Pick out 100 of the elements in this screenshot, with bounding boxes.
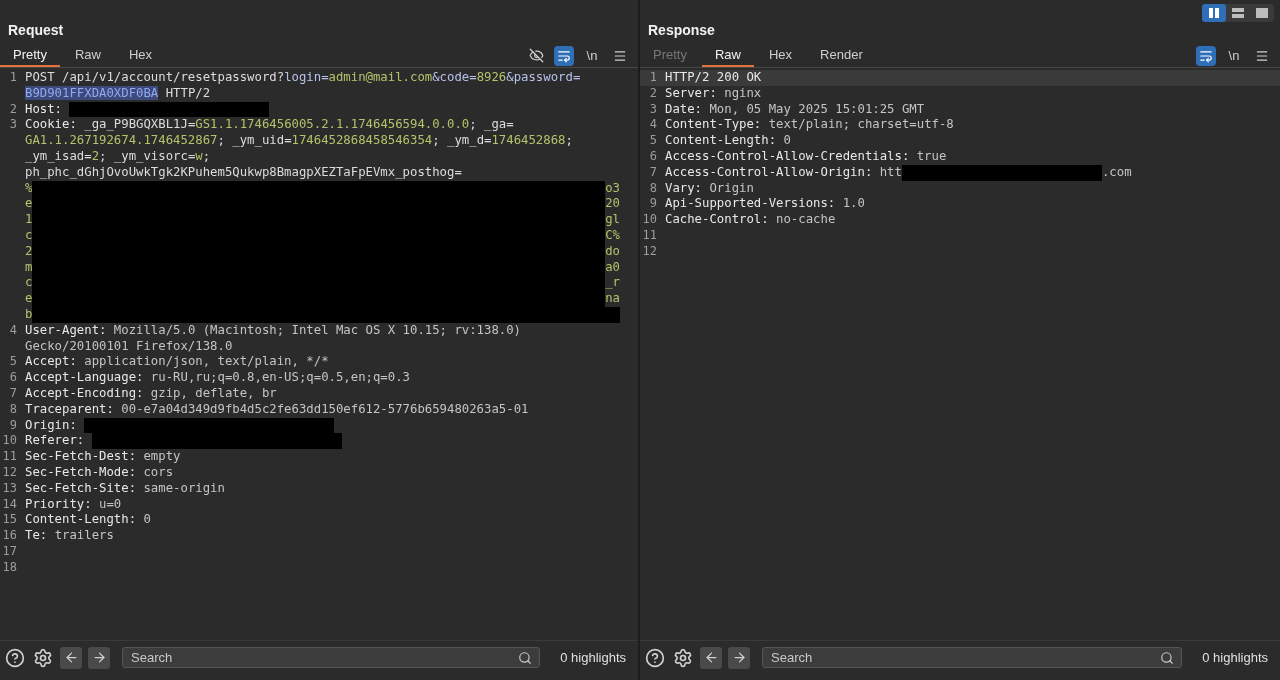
code-text: Content-Type: text/plain; charset=utf-8 (665, 117, 954, 134)
code-text: Traceparent: 00-e7a04d349d9fb4d5c2fe63dd150ef612-5776b659480263a5-01 (25, 401, 529, 418)
menu-icon (1255, 48, 1269, 63)
code-text: _r (605, 275, 620, 292)
line-number: 13 (1, 480, 18, 497)
line-number: 17 (1, 543, 18, 560)
line-number: 12 (641, 243, 658, 260)
line-number: 6 (648, 149, 658, 165)
back-button[interactable] (700, 646, 722, 669)
line-number: 10 (641, 212, 658, 228)
tab[interactable]: Raw (701, 44, 754, 67)
code-text: Sec-Fetch-Site: same-origin (25, 480, 225, 497)
wrap-button[interactable] (554, 45, 574, 66)
code-text: Server: nginx (665, 85, 762, 102)
code-text: Referer: (25, 433, 86, 450)
code-text: 1 (25, 212, 33, 228)
search-field[interactable]: Search (122, 647, 541, 668)
settings-button[interactable] (672, 646, 694, 669)
line-number: 5 (648, 133, 658, 149)
line-number: 2 (8, 101, 18, 118)
rows-icon (1232, 8, 1244, 18)
line-number: 8 (8, 401, 18, 418)
arrow-right-icon (731, 650, 747, 665)
code-text: c (25, 275, 33, 292)
code-text: Accept-Language: ru-RU,ru;q=0.8,en-US;q=0.5,en;q=0.3 (25, 370, 410, 386)
line-number: 6 (8, 370, 18, 386)
code-text: _ym_isad=2; _ym_visorc=w; (25, 149, 211, 165)
help-button[interactable] (644, 646, 666, 669)
help-icon (5, 647, 25, 668)
line-number: 18 (1, 559, 18, 576)
code-text: Access-Control-Allow-Credentials: true (665, 149, 947, 165)
code-text: Date: Mon, 05 May 2025 15:01:25 GMT (665, 101, 925, 118)
line-number: 1 (8, 70, 18, 86)
code-text: GA1.1.267192674.1746452867; _ym_uid=1746452868458546354; _ym_d=1746452868; (25, 133, 573, 149)
help-icon (645, 647, 665, 668)
forward-button[interactable] (728, 646, 750, 669)
wrap-button[interactable] (1196, 45, 1216, 66)
code-text: Priority: u=0 (25, 496, 122, 513)
line-number: 3 (8, 117, 18, 134)
line-number: 4 (8, 322, 18, 339)
tab[interactable]: Hex (756, 44, 806, 67)
search-icon (518, 651, 533, 665)
settings-icon (673, 647, 693, 668)
settings-button[interactable] (32, 646, 54, 669)
help-button[interactable] (4, 646, 26, 669)
code-text: e (25, 196, 33, 213)
panel-title: Request (8, 22, 64, 38)
arrow-right-icon (91, 650, 107, 665)
back-button[interactable] (60, 646, 82, 669)
layout-toggle[interactable] (1202, 4, 1226, 22)
search-field[interactable]: Search (762, 647, 1183, 668)
code-text: m (25, 259, 33, 276)
code-text: o3 (605, 180, 620, 197)
code-text: na (605, 291, 620, 307)
line-number: 2 (648, 85, 658, 102)
code-text: Accept-Encoding: gzip, deflate, br (25, 385, 277, 402)
code-text: POST /api/v1/account/resetpassword?login=admin@mail.com&code=8926&password= (25, 70, 581, 86)
line-number: 15 (1, 512, 18, 529)
code-text: Content-Length: 0 (25, 512, 151, 529)
code-text: Accept: application/json, text/plain, */* (25, 354, 329, 371)
tab[interactable]: Render (807, 44, 876, 67)
search-icon (1160, 651, 1175, 665)
tab[interactable]: Raw (61, 44, 114, 67)
code-text: Cache-Control: no-cache (665, 212, 836, 228)
code-text: Sec-Fetch-Dest: empty (25, 449, 181, 465)
newline-button[interactable]: \n (582, 45, 602, 66)
line-number: 7 (648, 164, 658, 181)
code-text: gl (605, 212, 620, 228)
code-text: ph_phc_dGhjOvoUwkTgk2KPuhem5Qukwp8BmagpXEZTaFpEVmx_posthog= (25, 164, 462, 181)
line-number: 11 (1, 449, 18, 465)
code-text: Te: trailers (25, 528, 114, 544)
tab[interactable]: Pretty (0, 44, 60, 67)
line-number: 9 (648, 196, 658, 213)
panel-title: Response (648, 22, 715, 38)
code-text: % (25, 180, 33, 197)
newline-button[interactable]: \n (1224, 45, 1244, 66)
code-text: Host: (25, 101, 64, 118)
code-text: e (25, 291, 33, 307)
code-text: 20 (605, 196, 620, 213)
forward-button[interactable] (88, 646, 110, 669)
columns-icon (1208, 8, 1220, 18)
code-text: Origin: (25, 417, 78, 434)
line-number: 9 (8, 417, 18, 434)
code-text: 2 (25, 243, 33, 260)
code-text: B9D901FFXDA0XDF0BA HTTP/2 (25, 85, 211, 102)
code-text: Api-Supported-Versions: 1.0 (665, 196, 865, 213)
code-text: Sec-Fetch-Mode: cors (25, 464, 174, 481)
code-text: a0 (605, 259, 620, 276)
line-number: 8 (648, 180, 658, 197)
eye-off-icon (528, 48, 544, 63)
menu-icon (613, 48, 627, 63)
line-number: 10 (1, 433, 18, 450)
line-number: 11 (641, 227, 658, 244)
code-text: C% (605, 227, 620, 244)
wrap-icon (1199, 48, 1213, 63)
line-number: 12 (1, 464, 18, 481)
line-number: 5 (8, 354, 18, 371)
code-text: HTTP/2 200 OK (665, 70, 762, 86)
tab[interactable]: Hex (116, 44, 166, 67)
line-number: 14 (1, 496, 18, 513)
